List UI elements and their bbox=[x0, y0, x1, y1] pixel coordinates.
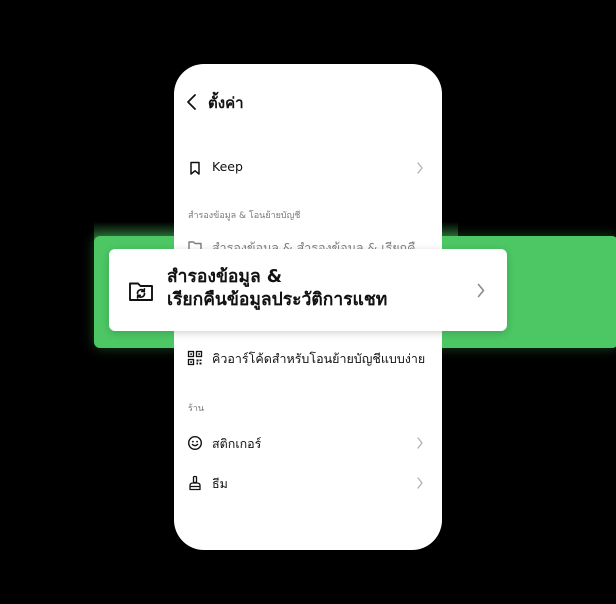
settings-row-themes[interactable]: ธีม bbox=[174, 463, 442, 503]
qr-code-icon bbox=[187, 350, 203, 366]
smiley-icon bbox=[187, 435, 203, 451]
page-title: ตั้งค่า bbox=[208, 94, 244, 112]
backup-card-title-line2: เรียกคืนข้อมูลประวัติการแชท bbox=[167, 290, 388, 310]
chevron-right-icon bbox=[476, 282, 486, 299]
settings-row-qr-transfer[interactable]: คิวอาร์โค้ดสำหรับโอนย้ายบัญชีแบบง่าย bbox=[174, 338, 442, 378]
chevron-left-icon[interactable] bbox=[184, 92, 200, 112]
stage: ตั้งค่า Keep สำรองข้อมูล & โอนย้ายบัญชี bbox=[0, 0, 616, 604]
settings-row-label: สติกเกอร์ bbox=[212, 436, 262, 451]
backup-restore-card[interactable]: สำรองข้อมูล & เรียกคืนข้อมูลประวัติการแช… bbox=[109, 249, 507, 331]
backup-card-title: สำรองข้อมูล & เรียกคืนข้อมูลประวัติการแช… bbox=[167, 266, 467, 312]
header: ตั้งค่า bbox=[174, 64, 442, 140]
settings-row-label: Keep bbox=[212, 159, 243, 174]
brush-icon bbox=[187, 475, 203, 491]
settings-row-stickers[interactable]: สติกเกอร์ bbox=[174, 423, 442, 463]
section-label-backup: สำรองข้อมูล & โอนย้ายบัญชี bbox=[188, 211, 301, 221]
backup-card-title-line1: สำรองข้อมูล & bbox=[167, 267, 283, 287]
section-label-shop: ร้าน bbox=[188, 404, 205, 414]
bookmark-icon bbox=[187, 160, 203, 176]
chevron-right-icon bbox=[416, 476, 424, 490]
settings-row-keep[interactable]: Keep bbox=[174, 148, 442, 188]
chevron-right-icon bbox=[416, 436, 424, 450]
chevron-right-icon bbox=[416, 161, 424, 175]
settings-row-label: คิวอาร์โค้ดสำหรับโอนย้ายบัญชีแบบง่าย bbox=[212, 351, 426, 366]
folder-sync-icon bbox=[128, 279, 154, 303]
settings-row-label: ธีม bbox=[212, 476, 228, 491]
